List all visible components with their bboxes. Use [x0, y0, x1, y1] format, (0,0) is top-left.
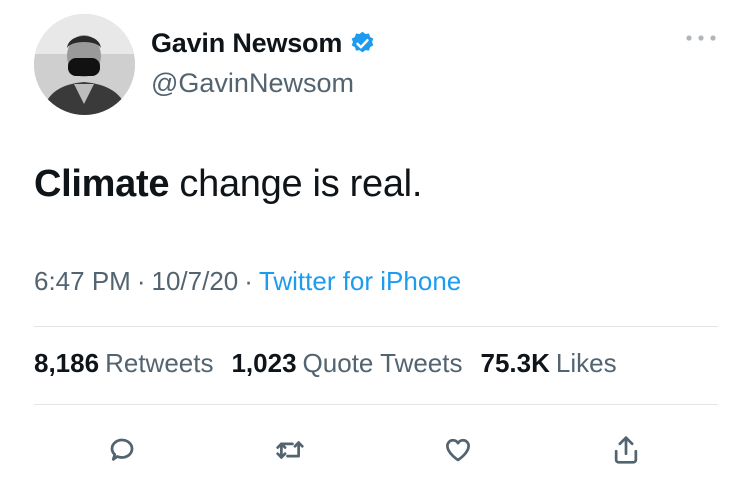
author-name-row[interactable]: Gavin Newsom [151, 28, 376, 59]
likes-stat[interactable]: 75.3K Likes [481, 348, 617, 379]
tweet-source-link[interactable]: Twitter for iPhone [259, 266, 461, 296]
divider [34, 404, 718, 405]
tweet-actions [0, 428, 750, 472]
avatar[interactable] [34, 14, 135, 115]
tweet-date[interactable]: 10/7/20 [152, 266, 239, 296]
tweet-stats: 8,186 Retweets 1,023 Quote Tweets 75.3K Lik… [34, 348, 617, 379]
tweet-text-rest: change is real. [169, 163, 423, 205]
verified-badge-icon [349, 30, 376, 57]
like-icon[interactable] [436, 428, 480, 472]
meta-separator: · [136, 266, 146, 296]
display-name[interactable]: Gavin Newsom [151, 28, 342, 59]
meta-separator: · [244, 266, 253, 296]
share-icon[interactable] [604, 428, 648, 472]
quote-tweets-stat[interactable]: 1,023 Quote Tweets [231, 348, 462, 379]
quote-tweets-label: Quote Tweets [302, 348, 463, 378]
tweet-time[interactable]: 6:47 PM [34, 266, 131, 296]
handle[interactable]: @GavinNewsom [151, 68, 354, 99]
profile-photo-icon [34, 14, 135, 115]
tweet-text-bold: Climate [34, 163, 170, 205]
reply-icon[interactable] [100, 428, 144, 472]
quote-tweets-count: 1,023 [231, 348, 297, 378]
retweet-icon[interactable] [268, 428, 312, 472]
tweet-card: Gavin Newsom @GavinNewsom Climate change… [0, 0, 750, 490]
divider [34, 326, 718, 327]
tweet-meta: 6:47 PM · 10/7/20 · Twitter for iPhone [34, 266, 461, 297]
retweets-label: Retweets [105, 348, 214, 378]
more-options-icon[interactable] [683, 31, 719, 45]
likes-count: 75.3K [480, 348, 550, 378]
retweets-stat[interactable]: 8,186 Retweets [34, 348, 213, 379]
retweets-count: 8,186 [34, 348, 100, 378]
likes-label: Likes [555, 348, 617, 378]
tweet-text: Climate change is real. [34, 163, 422, 206]
